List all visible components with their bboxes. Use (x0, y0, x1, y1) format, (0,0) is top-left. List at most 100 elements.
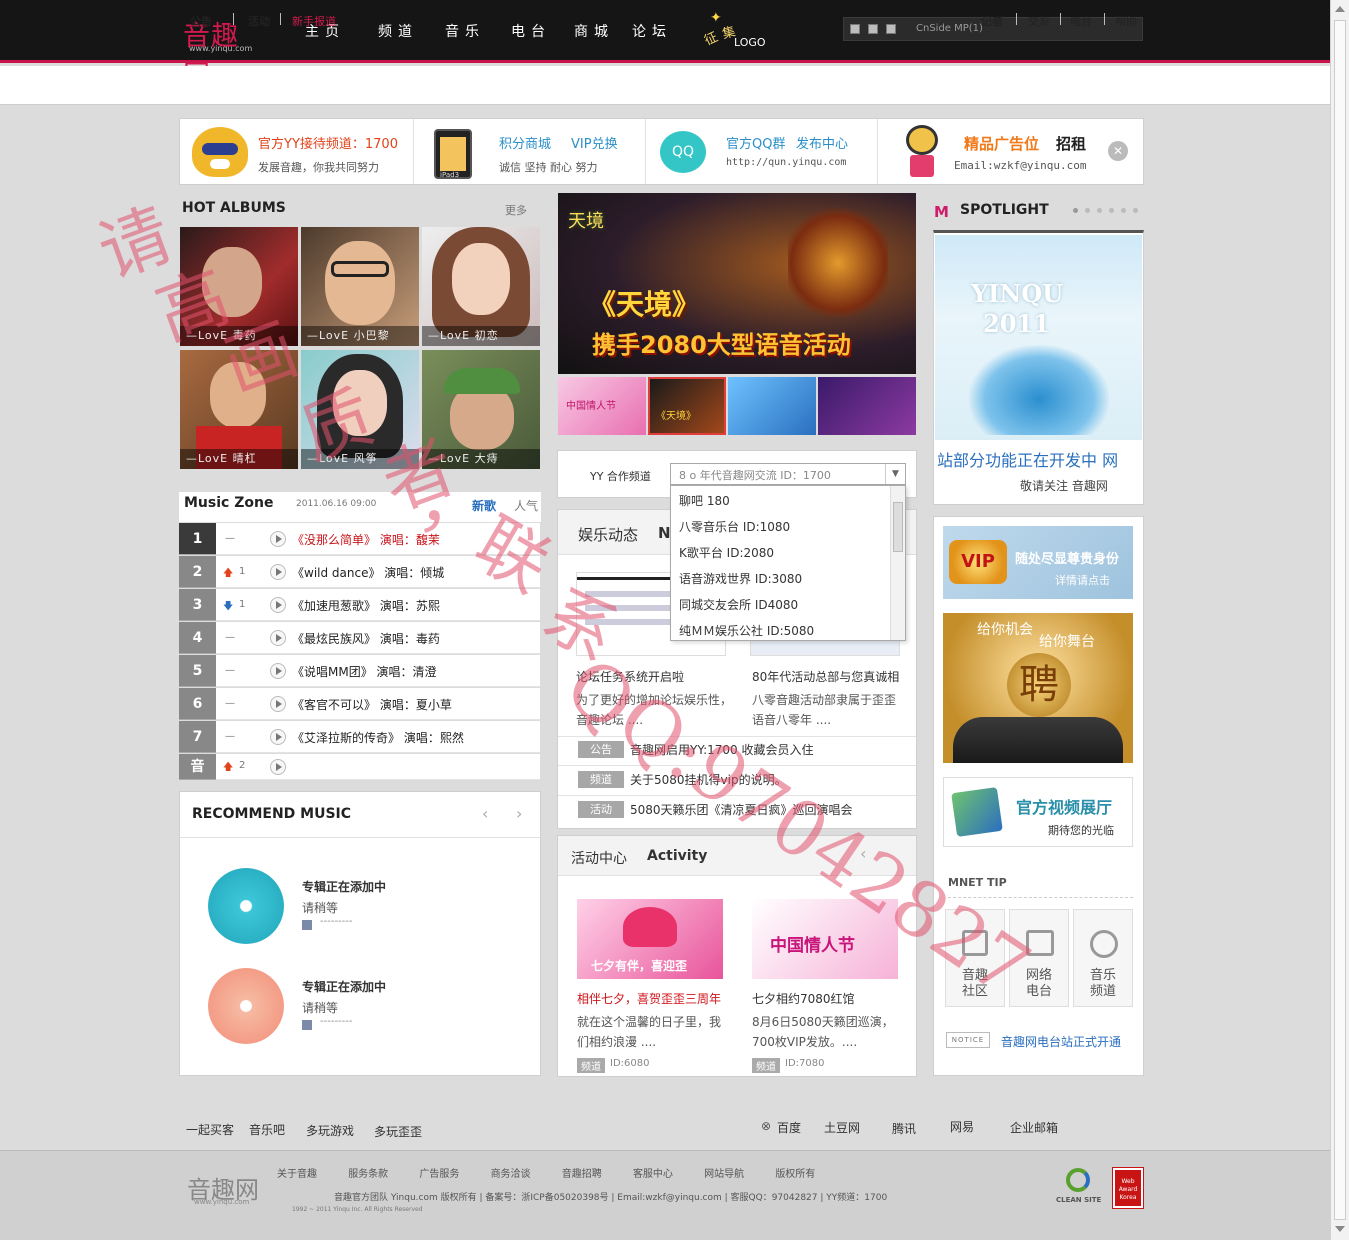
vip-card[interactable]: VIP 随处尽显尊贵身份 详情请点击 (943, 526, 1133, 599)
play-icon[interactable] (270, 759, 286, 775)
footer-bottom-link[interactable]: 关于音趣 (277, 1169, 317, 1180)
play-icon[interactable] (270, 663, 286, 679)
activity-thumb[interactable]: 中国情人节 (752, 899, 898, 979)
chart-row[interactable]: 5 — 《说唱MM团》 演唱：清澄 (179, 655, 540, 687)
play-icon[interactable] (270, 729, 286, 745)
activity-headline[interactable]: 相伴七夕，喜贺歪歪三周年 (577, 990, 721, 1007)
clean-site-badge[interactable]: CLEAN SITE (1056, 1168, 1102, 1208)
scrollbar[interactable] (1330, 0, 1349, 1240)
spotlight-caption[interactable]: 站部分功能正在开发中 网 (937, 447, 1118, 471)
footer-bottom-link[interactable]: 商务洽谈 (491, 1169, 531, 1180)
promo-mall[interactable]: iPad3 积分商城 VIP兑换 诚信 坚持 耐心 努力 (414, 119, 646, 184)
chevron-left-icon[interactable]: ‹ (482, 804, 488, 823)
song-title[interactable]: 《wild dance》 演唱：倾城 (292, 564, 444, 581)
yy-channel-select[interactable]: 8 o 年代音趣网交流 ID：1700 ▼ (670, 463, 906, 485)
promo-ad[interactable]: 精品广告位 招租 Email:wzkf@yinqu.com ✕ (878, 119, 1143, 184)
album-disc-icon[interactable] (208, 868, 284, 944)
footer-partner[interactable]: 土豆网 (824, 1119, 860, 1136)
news-line[interactable]: 5080天籁乐团《清凉夏日疯》巡回演唱会 (630, 801, 853, 818)
song-title[interactable]: 《加速甩葱歌》 演唱：苏熙 (292, 597, 440, 614)
banner-thumb[interactable]: 《天境》 (648, 377, 726, 435)
dropdown-option[interactable]: 同城交友会所 ID4080 (679, 596, 798, 613)
news-tag[interactable]: 频道 (578, 771, 624, 788)
chevron-down-icon[interactable]: ▼ (885, 464, 905, 484)
recruit-banner[interactable]: 给你机会 给你舞台 聘 (943, 613, 1133, 763)
chart-row[interactable]: 7 — 《艾泽拉斯的传奇》 演唱：熙然 (179, 721, 540, 753)
notice-link[interactable]: 音趣网电台站正式开通 (1001, 1033, 1121, 1050)
footer-bottom-link[interactable]: 客服中心 (633, 1169, 673, 1180)
subnav-help[interactable]: 帮助 (1115, 13, 1137, 29)
album-photo[interactable]: —LovE 晴杠 (180, 350, 298, 469)
nav-music[interactable]: 音乐 (445, 21, 485, 41)
tip-community[interactable]: 音趣社区 (945, 909, 1005, 1007)
play-icon[interactable] (270, 564, 286, 580)
footer-link[interactable]: 音乐吧 (249, 1121, 285, 1138)
subnav-radio[interactable]: 电台 (1070, 13, 1092, 29)
play-icon[interactable] (886, 24, 896, 34)
pause-icon[interactable] (868, 24, 878, 34)
nav-channel[interactable]: 频道 (378, 21, 418, 41)
song-title[interactable]: 《没那么简单》 演唱：馥茉 (292, 531, 440, 548)
song-title[interactable]: 《说唱MM团》 演唱：清澄 (292, 663, 437, 680)
banner-thumb[interactable] (728, 377, 816, 435)
nav-forum[interactable]: 论坛 (632, 21, 672, 41)
dropdown-option[interactable]: K歌平台 ID:2080 (679, 544, 774, 561)
close-icon[interactable]: ✕ (1108, 141, 1128, 161)
tab-popular[interactable]: 人气 (514, 497, 538, 514)
album-photo[interactable]: —LovE 大痔 (422, 350, 540, 469)
banner-thumb[interactable]: 中国情人节 (558, 377, 646, 435)
footer-bottom-link[interactable]: 音趣招聘 (562, 1169, 602, 1180)
prev-icon[interactable] (850, 24, 860, 34)
chart-row[interactable]: 2 🡅 1 《wild dance》 演唱：倾城 (179, 556, 540, 588)
activity-thumb[interactable]: 七夕有伴，喜迎歪 (577, 899, 723, 979)
dropdown-scrollbar[interactable] (890, 486, 905, 640)
subnav-newbie[interactable]: 新手报道 (292, 13, 336, 29)
news-line[interactable]: 关于5080挂机得vip的说明。 (630, 771, 787, 788)
news-tag[interactable]: 公告 (578, 741, 624, 758)
scroll-up-icon[interactable] (1335, 6, 1345, 12)
dropdown-option[interactable]: 八零音乐台 ID:1080 (679, 518, 790, 535)
album-photo[interactable]: —LovE 小巴黎 (301, 227, 419, 346)
news-headline[interactable]: 论坛任务系统开启啦 (576, 668, 744, 685)
album-photo[interactable]: —LovE 毒药 (180, 227, 298, 346)
news-headline[interactable]: 80年代活动总部与您真诚相 (752, 668, 902, 685)
promo-ad-email[interactable]: Email:wzkf@yinqu.com (954, 159, 1086, 172)
spotlight-pager[interactable] (1073, 208, 1143, 214)
recommend-item-title[interactable]: 专辑正在添加中 (302, 878, 386, 895)
banner-thumb[interactable] (818, 377, 916, 435)
hot-albums-more[interactable]: 更多 (505, 202, 527, 218)
play-icon[interactable] (270, 597, 286, 613)
tip-music[interactable]: 音乐频道 (1073, 909, 1133, 1007)
song-title[interactable]: 《客官不可以》 演唱：夏小草 (292, 696, 452, 713)
dropdown-option[interactable]: 聊吧 180 (679, 492, 730, 509)
nav-mall[interactable]: 商城 (574, 21, 614, 41)
tip-radio[interactable]: 网络电台 (1009, 909, 1069, 1007)
dropdown-option[interactable]: 语音游戏世界 ID:3080 (679, 570, 802, 587)
chart-row[interactable]: 1 — 《没那么简单》 演唱：馥茉 (179, 523, 540, 555)
album-photo[interactable]: —LovE 初恋 (422, 227, 540, 346)
footer-bottom-link[interactable]: 版权所有 (775, 1169, 815, 1180)
footer-link[interactable]: 多玩游戏 (306, 1122, 354, 1139)
footer-partner[interactable]: 网易 (950, 1118, 974, 1135)
footer-partner[interactable]: 百度 (777, 1119, 801, 1136)
chevron-right-icon[interactable]: › (516, 804, 522, 823)
scroll-thumb[interactable] (1334, 20, 1346, 1220)
album-photo[interactable]: —LovE 风筝 (301, 350, 419, 469)
tab-new-songs[interactable]: 新歌 (472, 497, 496, 514)
play-icon[interactable] (270, 531, 286, 547)
vip-sub[interactable]: 详情请点击 (1055, 572, 1110, 588)
news-tag[interactable]: 活动 (578, 801, 624, 818)
spotlight-image[interactable]: YINQU 2011 (935, 235, 1142, 440)
activity-tag[interactable]: 频道 (577, 1058, 605, 1073)
play-icon[interactable] (270, 696, 286, 712)
yy-channel-dropdown[interactable]: 聊吧 180 八零音乐台 ID:1080 K歌平台 ID:2080 语音游戏世界… (670, 485, 906, 641)
main-banner[interactable]: 天境 《天境》 携手2080大型语音活动 (558, 193, 916, 374)
subnav-activity[interactable]: 活动 (248, 13, 270, 29)
promo-qq[interactable]: QQ 官方QQ群 发布中心 http://qun.yinqu.com (646, 119, 878, 184)
recommend-item-title[interactable]: 专辑正在添加中 (302, 978, 386, 995)
subnav-notice[interactable]: 公告 (190, 13, 212, 29)
play-icon[interactable] (270, 630, 286, 646)
footer-bottom-link[interactable]: 网站导航 (704, 1169, 744, 1180)
footer-partner[interactable]: 企业邮箱 (1010, 1119, 1058, 1136)
nav-radio[interactable]: 电台 (511, 21, 551, 41)
